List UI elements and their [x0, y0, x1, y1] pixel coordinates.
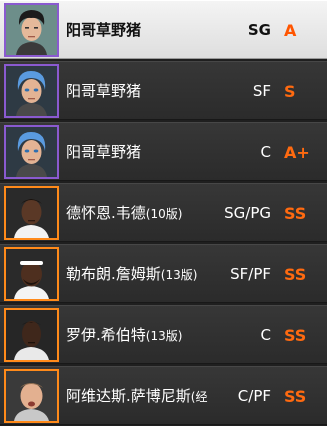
player-position: C/PF — [237, 387, 271, 405]
player-position: SF/PF — [230, 265, 271, 283]
player-name: 阳哥草野猪 — [66, 82, 142, 100]
player-row[interactable]: 阳哥草野猪 SF S — [0, 61, 327, 120]
player-row[interactable]: 阳哥草野猪 C A+ — [0, 122, 327, 181]
player-name: 阿维达斯.萨博尼斯(经 — [66, 387, 208, 405]
player-name: 德怀恩.韦德(10版) — [66, 204, 183, 222]
player-avatar-icon — [4, 3, 59, 57]
player-grade: SS — [284, 265, 307, 284]
player-grade: SS — [284, 204, 307, 223]
player-position: C — [260, 143, 271, 161]
player-photo-icon — [4, 247, 59, 301]
player-grade: S — [284, 82, 296, 101]
player-position: SG/PG — [224, 204, 271, 222]
player-name: 罗伊.希伯特(13版) — [66, 326, 183, 344]
player-position: SF — [252, 82, 271, 100]
player-grade: SS — [284, 326, 307, 345]
player-position: SG — [247, 21, 271, 39]
player-grade: SS — [284, 387, 307, 406]
player-row[interactable]: 罗伊.希伯特(13版) C SS — [0, 305, 327, 364]
player-grade: A — [284, 21, 297, 40]
player-photo-icon — [4, 186, 59, 240]
player-name: 阳哥草野猪 — [66, 21, 142, 39]
player-position: C — [260, 326, 271, 344]
player-row[interactable]: 阿维达斯.萨博尼斯(经 C/PF SS — [0, 366, 327, 425]
player-avatar-icon — [4, 125, 59, 179]
player-grade: A+ — [284, 143, 310, 162]
player-row[interactable]: 阳哥草野猪 SG A — [0, 0, 327, 59]
player-row[interactable]: 勒布朗.詹姆斯(13版) SF/PF SS — [0, 244, 327, 303]
player-row[interactable]: 德怀恩.韦德(10版) SG/PG SS — [0, 183, 327, 242]
player-photo-icon — [4, 369, 59, 423]
player-name: 勒布朗.詹姆斯(13版) — [66, 265, 198, 283]
player-photo-icon — [4, 308, 59, 362]
player-list: 阳哥草野猪 SG A 阳哥草野猪 SF S 阳哥草野猪 C A+ 德怀恩.韦德(… — [0, 0, 327, 426]
player-name: 阳哥草野猪 — [66, 143, 142, 161]
player-avatar-icon — [4, 64, 59, 118]
